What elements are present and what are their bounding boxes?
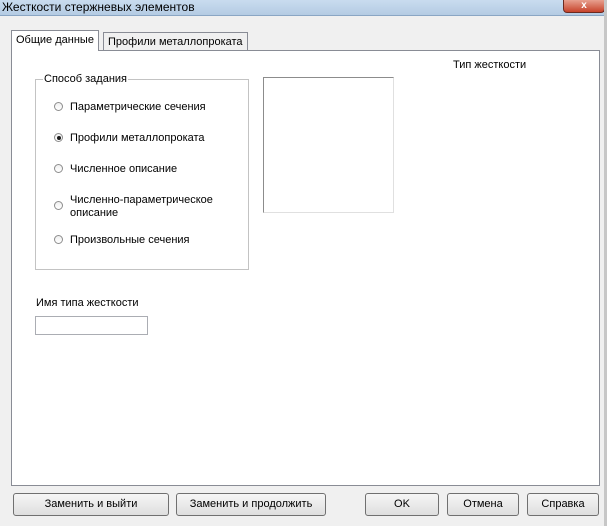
radio-parametric-sections[interactable] bbox=[54, 102, 63, 111]
radio-label-numeric-description: Численное описание bbox=[70, 163, 178, 175]
radio-label-parametric-sections: Параметрические сечения bbox=[70, 101, 206, 113]
radio-arbitrary-sections[interactable] bbox=[54, 235, 63, 244]
method-group-legend: Способ задания bbox=[43, 72, 128, 86]
radio-label-numeric-parametric-description: Численно-параметрическое описание bbox=[70, 194, 213, 219]
tab-general[interactable]: Общие данные bbox=[11, 30, 99, 51]
close-icon: x bbox=[581, 0, 587, 11]
window-title: Жесткости стержневых элементов bbox=[2, 0, 195, 14]
tab-metal-profiles[interactable]: Профили металлопроката bbox=[103, 32, 248, 50]
title-bar: Жесткости стержневых элементов x bbox=[0, 0, 607, 16]
stiffness-preview bbox=[263, 77, 394, 213]
radio-numeric-description[interactable] bbox=[54, 164, 63, 173]
radio-metal-profiles[interactable] bbox=[54, 133, 63, 142]
help-button[interactable]: Справка bbox=[527, 493, 599, 516]
cancel-button[interactable]: Отмена bbox=[447, 493, 519, 516]
stiffness-type-label: Тип жесткости bbox=[453, 59, 527, 71]
radio-label-arbitrary-sections: Произвольные сечения bbox=[70, 234, 190, 246]
replace-exit-button[interactable]: Заменить и выйти bbox=[13, 493, 169, 516]
ok-button[interactable]: OK bbox=[365, 493, 439, 516]
replace-continue-button[interactable]: Заменить и продолжить bbox=[176, 493, 326, 516]
radio-label-metal-profiles: Профили металлопроката bbox=[70, 132, 205, 144]
stiffness-name-input[interactable] bbox=[35, 316, 148, 335]
stiffness-name-label: Имя типа жесткости bbox=[36, 297, 139, 309]
close-button[interactable]: x bbox=[563, 0, 605, 13]
radio-numeric-parametric-description[interactable] bbox=[54, 201, 63, 210]
